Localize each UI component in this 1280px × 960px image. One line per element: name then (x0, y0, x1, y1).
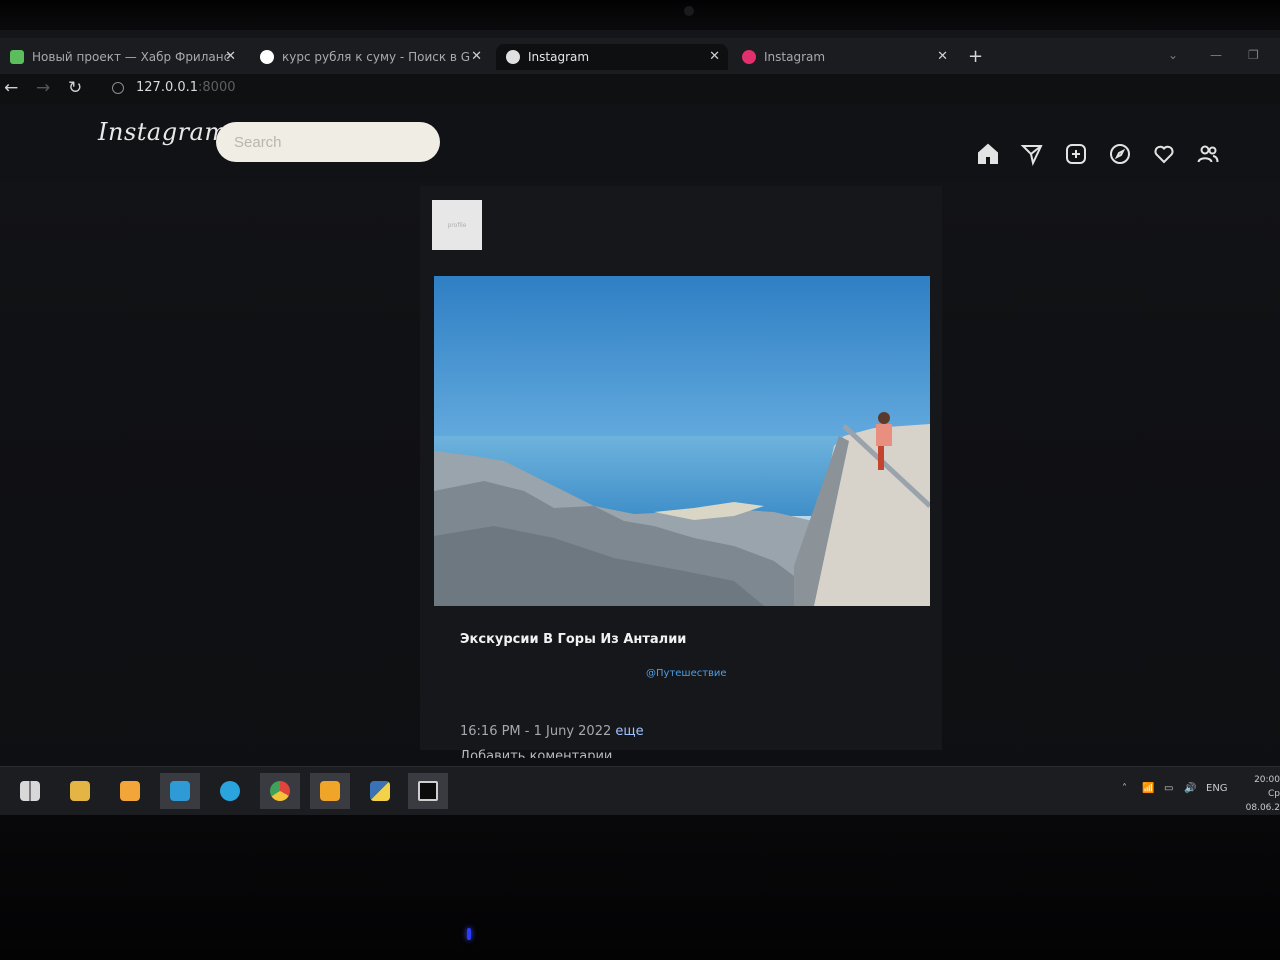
explore-compass-icon[interactable] (1108, 142, 1132, 166)
add-comment-field[interactable]: Добавить коментарии (460, 746, 612, 758)
add-post-icon[interactable] (1064, 142, 1088, 166)
google-icon (260, 50, 274, 64)
clock[interactable]: 20:00 Ср 08.06.2 (1236, 773, 1280, 815)
post-card: profile Экскурсии В Горы Из Анталии @Пут… (420, 186, 942, 758)
instagram-header: Instagram (0, 104, 1280, 182)
back-icon[interactable]: ← (4, 78, 18, 98)
heart-icon[interactable] (1152, 142, 1176, 166)
tab-instagram[interactable]: Instagram ✕ (732, 44, 956, 70)
tray-overflow-icon[interactable]: ˄ (1122, 783, 1127, 794)
post-tag-link[interactable]: @Путешествие (646, 668, 727, 679)
restore-icon[interactable]: ❐ (1248, 48, 1259, 62)
site-info-icon[interactable] (112, 82, 124, 94)
url-port: :8000 (198, 80, 236, 95)
close-icon[interactable]: ✕ (937, 49, 948, 64)
volume-icon[interactable]: 🔊 (1184, 783, 1196, 794)
folder-icon[interactable] (110, 773, 150, 809)
people-icon[interactable] (1196, 142, 1220, 166)
home-icon[interactable] (976, 142, 1000, 166)
file-explorer-icon[interactable] (60, 773, 100, 809)
close-icon[interactable]: ✕ (471, 49, 482, 64)
tab-instagram-active[interactable]: Instagram ✕ (496, 44, 728, 70)
instagram-logo[interactable]: Instagram (98, 118, 228, 146)
monitor-top-bezel (0, 0, 1280, 32)
post-title: Экскурсии В Горы Из Анталии (460, 632, 687, 647)
chevron-down-icon[interactable]: ⌄ (1168, 48, 1178, 62)
forward-icon[interactable]: → (36, 78, 50, 98)
chrome-icon[interactable] (260, 773, 300, 809)
browser-tab-strip: Новый проект — Хабр Фриланс ✕ курс рубля… (0, 38, 1280, 74)
mountain-view-photo (434, 276, 930, 606)
sublime-icon[interactable] (310, 773, 350, 809)
tab-title: курс рубля к суму - Поиск в G (282, 50, 471, 64)
tab-title: Instagram (528, 50, 590, 64)
url-host: 127.0.0.1 (136, 80, 199, 95)
avatar[interactable]: profile (432, 200, 482, 250)
tab-title: Новый проект — Хабр Фриланс (32, 50, 231, 64)
new-tab-button[interactable]: + (968, 46, 983, 67)
post-time: 16:16 PM - 1 Juny 2022 (460, 724, 612, 739)
browser-toolbar: ← → ↻ 127.0.0.1:8000 (0, 74, 1280, 104)
webcam (684, 6, 694, 16)
taskbar: ˄ 📶 ▭ 🔊 ENG 20:00 Ср 08.06.2 (0, 766, 1280, 815)
direct-send-icon[interactable] (1020, 142, 1044, 167)
telegram-icon[interactable] (210, 773, 250, 809)
vscode-icon[interactable] (160, 773, 200, 809)
network-icon[interactable]: 📶 (1142, 783, 1154, 794)
instagram-icon (742, 50, 756, 64)
post-image[interactable] (434, 276, 930, 606)
close-icon[interactable]: ✕ (709, 49, 720, 64)
minimize-icon[interactable]: — (1210, 48, 1222, 62)
address-bar[interactable]: 127.0.0.1:8000 (136, 80, 236, 95)
power-led (467, 928, 471, 940)
python-icon[interactable] (360, 773, 400, 809)
post-meta: 16:16 PM - 1 Juny 2022 еще (460, 724, 644, 739)
battery-icon[interactable]: ▭ (1164, 783, 1173, 794)
clock-time: 20:00 (1254, 775, 1280, 785)
clock-date: Ср 08.06.2 (1245, 789, 1280, 813)
instagram-server-icon (506, 50, 520, 64)
windows-start-icon[interactable] (10, 773, 50, 809)
search-input[interactable] (216, 122, 440, 162)
tab-title: Instagram (764, 50, 826, 64)
terminal-icon[interactable] (408, 773, 448, 809)
nav-icons (976, 142, 1220, 167)
tab-habr[interactable]: Новый проект — Хабр Фриланс ✕ (0, 44, 244, 70)
more-link[interactable]: еще (615, 724, 643, 739)
tab-google[interactable]: курс рубля к суму - Поиск в G ✕ (250, 44, 490, 70)
language-indicator[interactable]: ENG (1206, 783, 1228, 794)
habr-icon (10, 50, 24, 64)
monitor-bottom-bezel (0, 815, 1280, 960)
close-icon[interactable]: ✕ (225, 49, 236, 64)
reload-icon[interactable]: ↻ (68, 78, 82, 98)
